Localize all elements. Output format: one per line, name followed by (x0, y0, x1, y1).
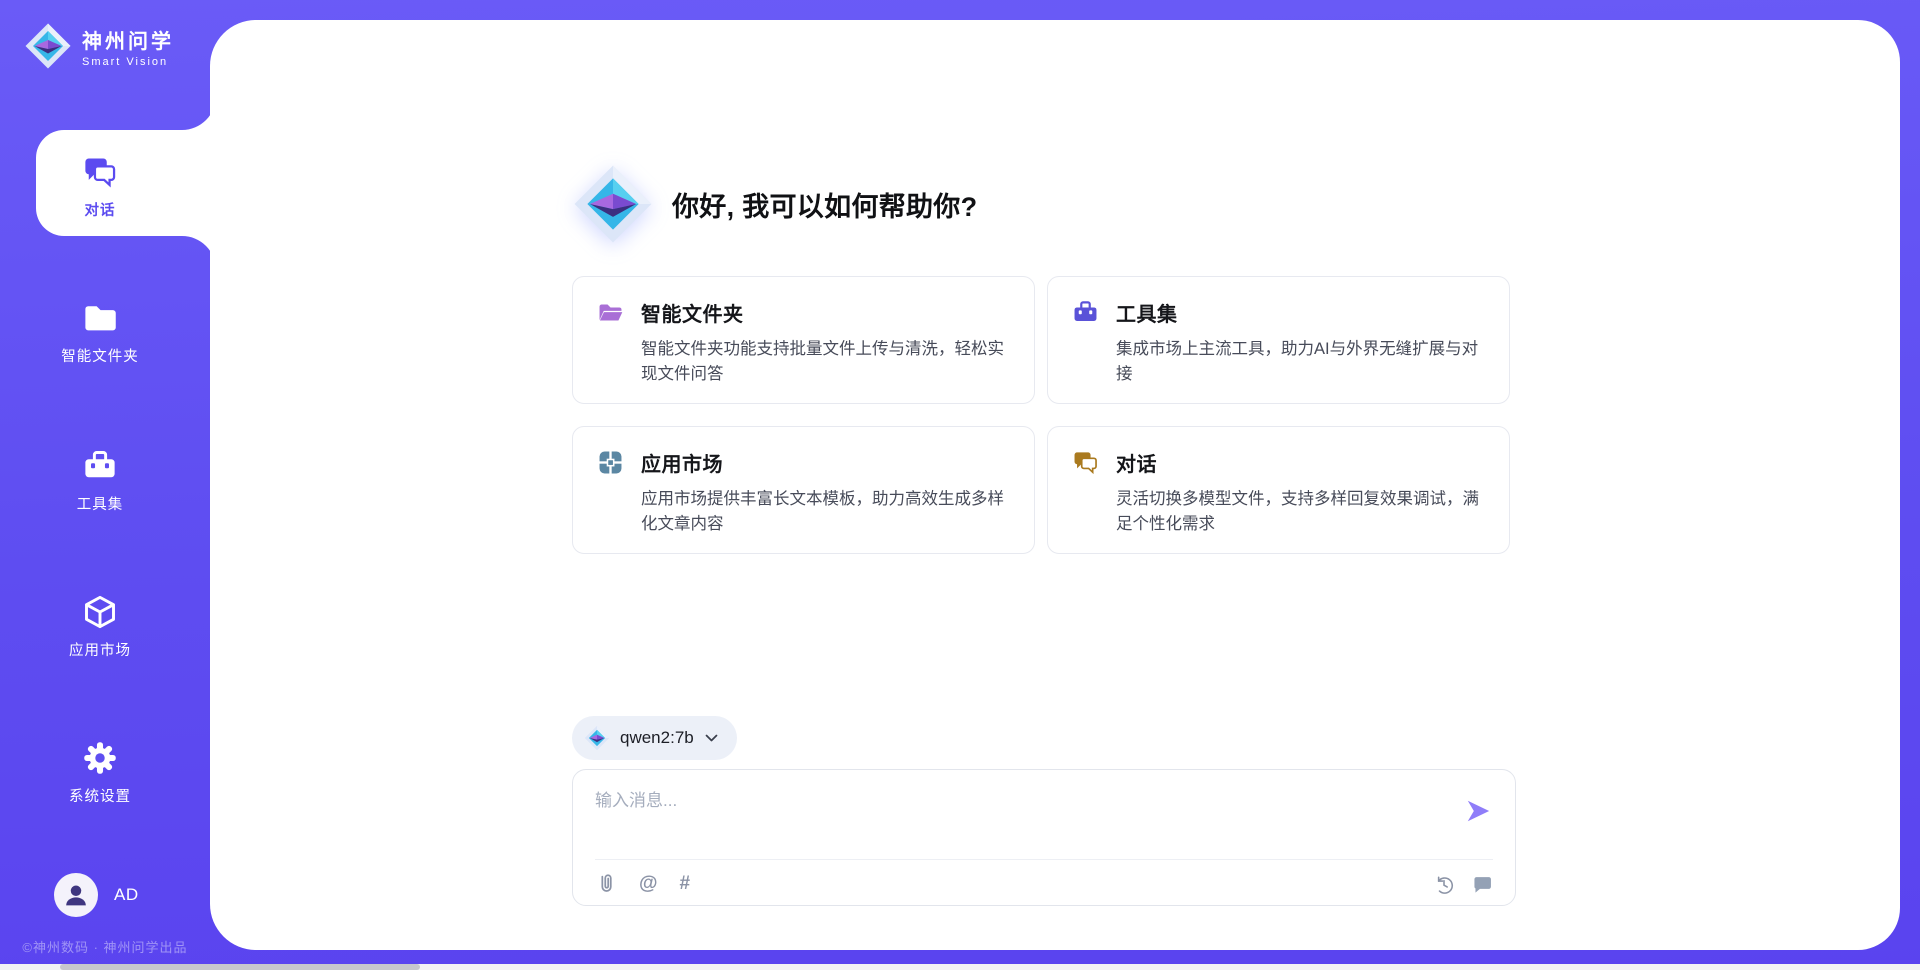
card-description: 应用市场提供丰富长文本模板，助力高效生成多样化文章内容 (641, 487, 1010, 537)
feature-card-chat[interactable]: 对话 灵活切换多模型文件，支持多样回复效果调试，满足个性化需求 (1047, 426, 1510, 554)
model-diamond-logo-icon (584, 725, 610, 751)
mention-button[interactable]: @ (639, 873, 658, 895)
card-title: 智能文件夹 (641, 298, 744, 327)
sidebar-item-label: 应用市场 (69, 639, 131, 660)
card-head: 工具集 (1072, 298, 1485, 327)
user-initials: AD (114, 885, 139, 905)
brand-name-en: Smart Vision (82, 56, 174, 68)
feature-card-smart-folder[interactable]: 智能文件夹 智能文件夹功能支持批量文件上传与清洗，轻松实现文件问答 (572, 276, 1035, 404)
sidebar-item-label: 系统设置 (69, 785, 131, 806)
chevron-down-icon (704, 732, 719, 744)
gear-icon (82, 740, 118, 776)
horizontal-scrollbar-thumb[interactable] (60, 964, 420, 970)
feature-card-toolset[interactable]: 工具集 集成市场上主流工具，助力AI与外界无缝扩展与对接 (1047, 276, 1510, 404)
history-button[interactable] (1433, 873, 1455, 895)
brand-diamond-logo-icon (24, 22, 72, 70)
model-name: qwen2:7b (620, 728, 694, 748)
greeting-diamond-logo-icon (572, 163, 654, 245)
sidebar-item-chat[interactable]: 对话 (0, 154, 200, 220)
horizontal-scrollbar[interactable] (0, 964, 1920, 970)
sidebar-item-toolset[interactable]: 工具集 (0, 448, 200, 514)
composer-divider (595, 859, 1493, 860)
card-description: 智能文件夹功能支持批量文件上传与清洗，轻松实现文件问答 (641, 337, 1010, 387)
paperclip-icon (595, 872, 617, 896)
brand: 神州问学 Smart Vision (24, 22, 174, 70)
person-icon (61, 880, 91, 910)
user-profile[interactable]: AD (54, 873, 139, 917)
greeting-title: 你好, 我可以如何帮助你? (672, 185, 977, 224)
brand-name-cn: 神州问学 (82, 25, 174, 54)
chat-icon (1072, 449, 1099, 476)
sidebar-item-label: 工具集 (77, 493, 124, 514)
sidebar: 神州问学 Smart Vision 对话 智能文件夹 工具集 应用市场 系统设置… (0, 0, 210, 970)
folder-open-icon (597, 299, 624, 326)
sidebar-item-system-settings[interactable]: 系统设置 (0, 740, 200, 806)
composer-toolbar: @ # (595, 869, 1493, 899)
hashtag-button[interactable]: # (680, 873, 691, 895)
chat-icon (82, 154, 118, 190)
card-title: 应用市场 (641, 448, 723, 477)
message-input[interactable] (595, 786, 1435, 844)
send-button[interactable] (1463, 798, 1493, 824)
model-selector[interactable]: qwen2:7b (572, 716, 737, 760)
cube-icon (82, 594, 118, 630)
attachment-button[interactable] (595, 873, 617, 895)
card-description: 集成市场上主流工具，助力AI与外界无缝扩展与对接 (1116, 337, 1485, 387)
card-head: 智能文件夹 (597, 298, 1010, 327)
grid-icon (597, 449, 624, 476)
sidebar-item-smart-folder[interactable]: 智能文件夹 (0, 300, 200, 366)
card-head: 对话 (1072, 448, 1485, 477)
toolbox-icon (82, 448, 118, 484)
card-title: 工具集 (1116, 298, 1178, 327)
card-head: 应用市场 (597, 448, 1010, 477)
composer-toolbar-right (1433, 873, 1493, 895)
brand-text: 神州问学 Smart Vision (82, 25, 174, 68)
folder-icon (82, 300, 118, 336)
message-composer: @ # (572, 769, 1516, 906)
main-panel: 你好, 我可以如何帮助你? 智能文件夹 智能文件夹功能支持批量文件上传与清洗，轻… (210, 20, 1900, 950)
history-icon (1433, 873, 1455, 896)
sidebar-footer-credit: ©神州数码 · 神州问学出品 (0, 937, 210, 956)
card-description: 灵活切换多模型文件，支持多样回复效果调试，满足个性化需求 (1116, 487, 1485, 537)
sidebar-item-app-market[interactable]: 应用市场 (0, 594, 200, 660)
main-content: 你好, 我可以如何帮助你? 智能文件夹 智能文件夹功能支持批量文件上传与清洗，轻… (572, 20, 1516, 950)
feature-card-app-market[interactable]: 应用市场 应用市场提供丰富长文本模板，助力高效生成多样化文章内容 (572, 426, 1035, 554)
send-icon (1463, 798, 1493, 824)
sidebar-item-label: 对话 (85, 199, 116, 220)
speech-bubble-icon (1471, 873, 1493, 895)
feedback-button[interactable] (1471, 873, 1493, 895)
sidebar-item-label: 智能文件夹 (61, 345, 139, 366)
avatar (54, 873, 98, 917)
card-title: 对话 (1116, 448, 1157, 477)
toolbox-icon (1072, 299, 1099, 326)
greeting: 你好, 我可以如何帮助你? (572, 163, 977, 245)
